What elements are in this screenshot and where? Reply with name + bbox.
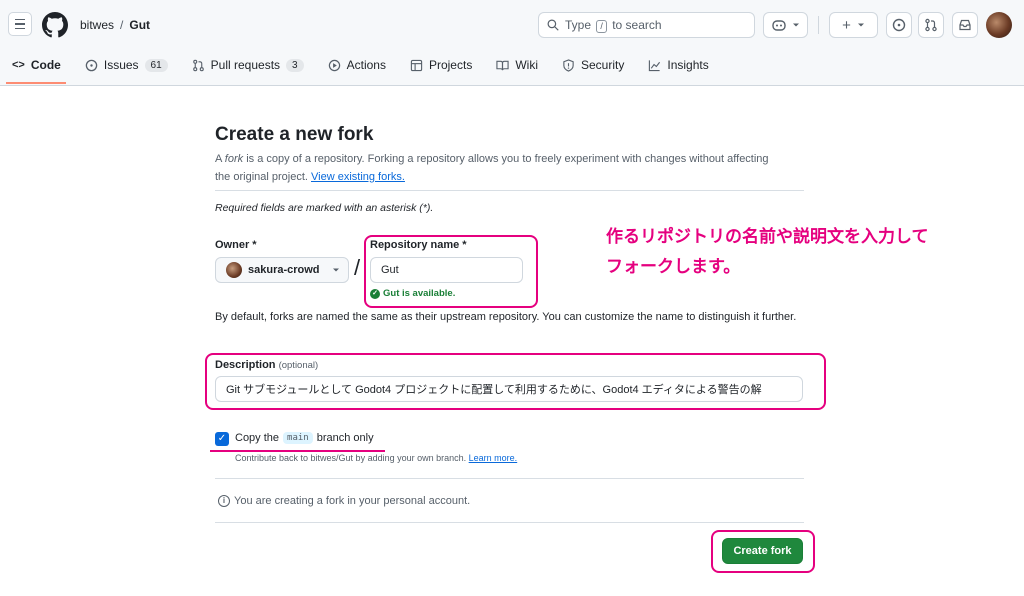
required-fields-note: Required fields are marked with an aster… [215,202,434,214]
copilot-icon [771,20,786,31]
owner-avatar [226,262,242,278]
pull-request-icon [192,59,204,71]
annotation-line-1: 作るリポジトリの名前や説明文を入力して [606,227,929,247]
tab-label: Pull requests [210,58,281,72]
info-text: You are creating a fork in your personal… [234,495,471,507]
issue-icon [85,59,98,71]
pull-request-icon [925,18,937,32]
tab-wiki[interactable]: Wiki [484,52,550,78]
owner-value: sakura-crowd [248,264,320,276]
active-tab-indicator [6,82,66,84]
plus-icon: + [842,16,851,34]
owner-select[interactable]: sakura-crowd [215,257,349,283]
annotation-box-create-fork [711,530,815,573]
search-input[interactable]: Type / to search [538,12,755,38]
pull-requests-button[interactable] [918,12,944,38]
page-description: A fork is a copy of a repository. Forkin… [215,153,769,183]
header-divider [818,16,819,34]
tab-issues[interactable]: Issues 61 [73,52,180,78]
tab-label: Wiki [515,58,538,72]
divider [215,522,804,523]
tab-pull-requests[interactable]: Pull requests 3 [180,52,316,78]
tab-actions[interactable]: Actions [316,52,398,78]
user-avatar[interactable] [986,12,1012,38]
tab-projects[interactable]: Projects [398,52,484,78]
page-title: Create a new fork [215,124,374,145]
chevron-down-icon [857,23,864,27]
chevron-down-icon [792,23,799,27]
tab-label: Code [30,58,61,72]
create-new-button[interactable]: + [829,12,878,38]
divider [215,478,804,479]
book-icon [496,60,509,70]
code-icon: <> [12,59,25,71]
annotation-box-repository-name [364,235,538,308]
owner-label: Owner * [215,239,257,251]
annotation-text: 作るリポジトリの名前や説明文を入力して フォークします。 [606,222,1006,282]
personal-account-note: i You are creating a fork in your person… [218,495,470,507]
repo-nav-tabs: <> Code Issues 61 Pull requests 3 Action… [0,52,721,86]
issues-count-badge: 61 [144,58,168,72]
info-icon: i [218,495,230,507]
annotation-box-description [205,353,826,410]
learn-more-link[interactable]: Learn more. [469,453,518,463]
tab-label: Issues [103,58,139,72]
breadcrumb: bitwes / Gut [80,18,150,32]
owner-repo-separator: / [354,255,361,280]
tab-label: Security [581,58,625,72]
shield-icon [563,58,574,72]
tab-insights[interactable]: Insights [636,52,720,78]
menu-button[interactable] [8,12,32,36]
issue-icon [892,18,906,32]
breadcrumb-owner[interactable]: bitwes [80,18,114,32]
annotation-line-2: フォークします。 [606,257,741,277]
view-existing-forks-link[interactable]: View existing forks. [311,171,405,183]
breadcrumb-repo[interactable]: Gut [129,18,150,32]
table-icon [410,59,423,71]
graph-icon [649,59,661,71]
top-header: bitwes / Gut Type / to search + <> Code … [0,0,1024,86]
copy-branch-help: Contribute back to bitwes/Gut by adding … [235,453,518,463]
search-shortcut-key: / [596,19,607,33]
inbox-button[interactable] [952,12,978,38]
tab-label: Projects [428,58,473,72]
tab-code[interactable]: <> Code [0,52,73,78]
inbox-icon [959,19,971,31]
github-logo-icon[interactable] [42,12,68,38]
annotation-underline-copy-branch [210,450,385,452]
issues-button[interactable] [886,12,912,38]
copy-branch-label[interactable]: Copy the main branch only [235,432,374,444]
play-icon [328,59,340,71]
tab-security[interactable]: Security [550,52,636,78]
search-placeholder: Type / to search [565,17,662,33]
tab-label: Actions [346,58,386,72]
search-icon [547,19,559,31]
branch-name-code: main [283,432,313,444]
pull-requests-count-badge: 3 [286,58,304,72]
copy-main-branch-checkbox[interactable]: ✓ [215,432,229,446]
copilot-button[interactable] [763,12,808,38]
breadcrumb-separator: / [120,18,124,32]
chevron-down-icon [332,268,339,272]
divider [215,190,804,191]
tab-label: Insights [667,58,709,72]
default-name-note: By default, forks are named the same as … [215,311,797,323]
